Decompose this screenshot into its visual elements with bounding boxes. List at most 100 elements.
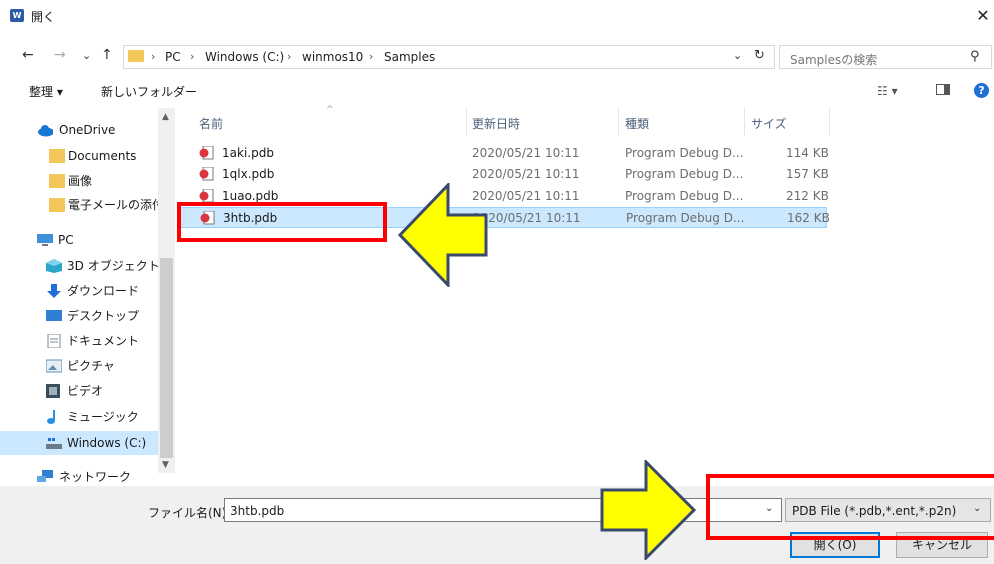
file-name: 1uao.pdb <box>222 189 279 203</box>
sidebar-item-desktop[interactable]: デスクトップ <box>0 304 158 328</box>
sidebar-item-email-attachments[interactable]: 電子メールの添付フ <box>0 193 158 217</box>
breadcrumb-separator: › <box>151 50 156 63</box>
music-icon <box>47 410 55 424</box>
pdb-file-icon <box>199 189 214 203</box>
sidebar-item-documents[interactable]: Documents <box>0 144 158 168</box>
refresh-icon[interactable]: ↻ <box>754 48 765 63</box>
breadcrumb-windows-c[interactable]: Windows (C:) <box>205 50 284 64</box>
document-icon <box>47 334 61 348</box>
file-name: 1qlx.pdb <box>222 167 275 181</box>
address-dropdown-icon[interactable]: ⌄ <box>733 49 742 62</box>
file-row[interactable]: 1aki.pdb 2020/05/21 10:11 Program Debug … <box>180 143 829 164</box>
file-size: 212 KB <box>786 189 829 203</box>
breadcrumb-separator: › <box>369 50 374 63</box>
filename-value[interactable]: 3htb.pdb <box>230 504 284 518</box>
picture-icon <box>46 359 62 373</box>
file-type: Program Debug D... <box>625 189 744 203</box>
new-folder-button[interactable]: 新しいフォルダー <box>101 83 197 100</box>
filename-input[interactable] <box>224 498 782 522</box>
network-icon <box>37 470 53 482</box>
pc-icon <box>37 234 53 246</box>
search-input[interactable]: Samplesの検索 <box>790 51 877 68</box>
column-divider[interactable] <box>618 108 619 136</box>
breadcrumb-winmos10[interactable]: winmos10 <box>302 50 363 64</box>
pdb-file-icon <box>199 146 214 160</box>
sidebar-item-pictures[interactable]: ピクチャ <box>0 354 158 378</box>
cube-icon <box>46 259 62 273</box>
sidebar-item-label: 3D オブジェクト <box>67 259 158 273</box>
column-header-name[interactable]: 名前 <box>199 115 223 132</box>
pdb-file-icon <box>199 167 214 181</box>
sidebar-item-onedrive[interactable]: OneDrive <box>0 118 158 142</box>
sidebar-item-label: Windows (C:) <box>67 436 147 450</box>
file-date: 2020/05/21 10:11 <box>472 189 580 203</box>
sidebar-item-label: PC <box>58 233 74 247</box>
sidebar-item-videos[interactable]: ビデオ <box>0 379 158 403</box>
highlight-box-file <box>177 202 387 242</box>
title-bar <box>0 0 994 32</box>
sidebar-item-music[interactable]: ミュージック <box>0 405 158 429</box>
forward-arrow-icon[interactable]: → <box>54 47 66 63</box>
back-arrow-icon[interactable]: ← <box>22 47 34 63</box>
sidebar-item-downloads[interactable]: ダウンロード <box>0 279 158 303</box>
column-header-type[interactable]: 種類 <box>625 115 649 132</box>
sidebar-item-label: ピクチャ <box>67 359 115 373</box>
column-divider[interactable] <box>829 108 830 136</box>
column-header-size[interactable]: サイズ <box>751 115 787 132</box>
sidebar-scrollbar-thumb[interactable] <box>160 258 173 458</box>
breadcrumb-separator: › <box>190 50 195 63</box>
breadcrumb-pc[interactable]: PC <box>165 50 181 64</box>
sort-ascending-icon: ^ <box>326 105 334 115</box>
file-type: Program Debug D... <box>625 146 744 160</box>
download-icon <box>47 284 61 298</box>
scroll-down-icon[interactable]: ▼ <box>162 460 169 470</box>
organize-button[interactable]: 整理 ▾ <box>29 83 63 100</box>
sidebar-item-documents-jp[interactable]: ドキュメント <box>0 329 158 353</box>
file-size: 162 KB <box>787 211 830 225</box>
right-arrow-annotation-icon <box>600 460 696 560</box>
file-date: 2020/05/21 10:11 <box>472 167 580 181</box>
left-arrow-annotation-icon <box>398 183 488 287</box>
sidebar-item-label: 電子メールの添付フ <box>68 198 158 212</box>
sidebar-item-windows-c[interactable]: Windows (C:) <box>0 431 158 455</box>
preview-pane-icon[interactable] <box>936 84 950 95</box>
help-icon[interactable]: ? <box>974 83 989 98</box>
column-header-date[interactable]: 更新日時 <box>472 115 520 132</box>
sidebar-item-label: デスクトップ <box>67 309 140 323</box>
file-size: 157 KB <box>786 167 829 181</box>
scroll-up-icon[interactable]: ▲ <box>162 112 169 122</box>
folder-icon <box>49 149 65 163</box>
sidebar-item-3d-objects[interactable]: 3D オブジェクト <box>0 254 158 278</box>
view-options-icon[interactable]: ☷ ▾ <box>877 84 898 98</box>
desktop-icon <box>46 310 62 321</box>
file-type: Program Debug D... <box>625 167 744 181</box>
file-name: 1aki.pdb <box>222 146 274 160</box>
recent-locations-icon[interactable]: ⌄ <box>82 49 91 62</box>
sidebar-item-images[interactable]: 画像 <box>0 169 158 193</box>
breadcrumb-samples[interactable]: Samples <box>384 50 435 64</box>
cloud-icon <box>38 125 53 137</box>
highlight-box-filetype <box>706 474 994 540</box>
sidebar-item-label: ドキュメント <box>67 334 140 348</box>
sidebar-item-label: ミュージック <box>67 410 139 424</box>
sidebar-item-label: Documents <box>68 149 137 163</box>
column-divider[interactable] <box>466 108 467 136</box>
sidebar-item-label: OneDrive <box>59 123 116 137</box>
file-date: 2020/05/21 10:11 <box>472 146 580 160</box>
sidebar-item-label: 画像 <box>68 174 93 188</box>
close-button[interactable]: ✕ <box>972 4 994 28</box>
sidebar-item-label: ビデオ <box>67 384 104 398</box>
folder-icon <box>128 50 144 62</box>
column-divider[interactable] <box>744 108 745 136</box>
file-size: 114 KB <box>786 146 829 160</box>
search-icon[interactable]: ⚲ <box>970 49 980 64</box>
folder-icon <box>49 198 65 212</box>
file-type: Program Debug D... <box>626 211 745 225</box>
app-icon: W <box>10 9 24 22</box>
window-title: 開く <box>31 10 56 24</box>
breadcrumb-separator: › <box>287 50 292 63</box>
file-row[interactable]: 1qlx.pdb 2020/05/21 10:11 Program Debug … <box>180 164 829 185</box>
up-arrow-icon[interactable]: ↑ <box>101 47 113 63</box>
sidebar-item-pc[interactable]: PC <box>0 228 158 252</box>
file-date: 2020/05/21 10:11 <box>473 211 581 225</box>
